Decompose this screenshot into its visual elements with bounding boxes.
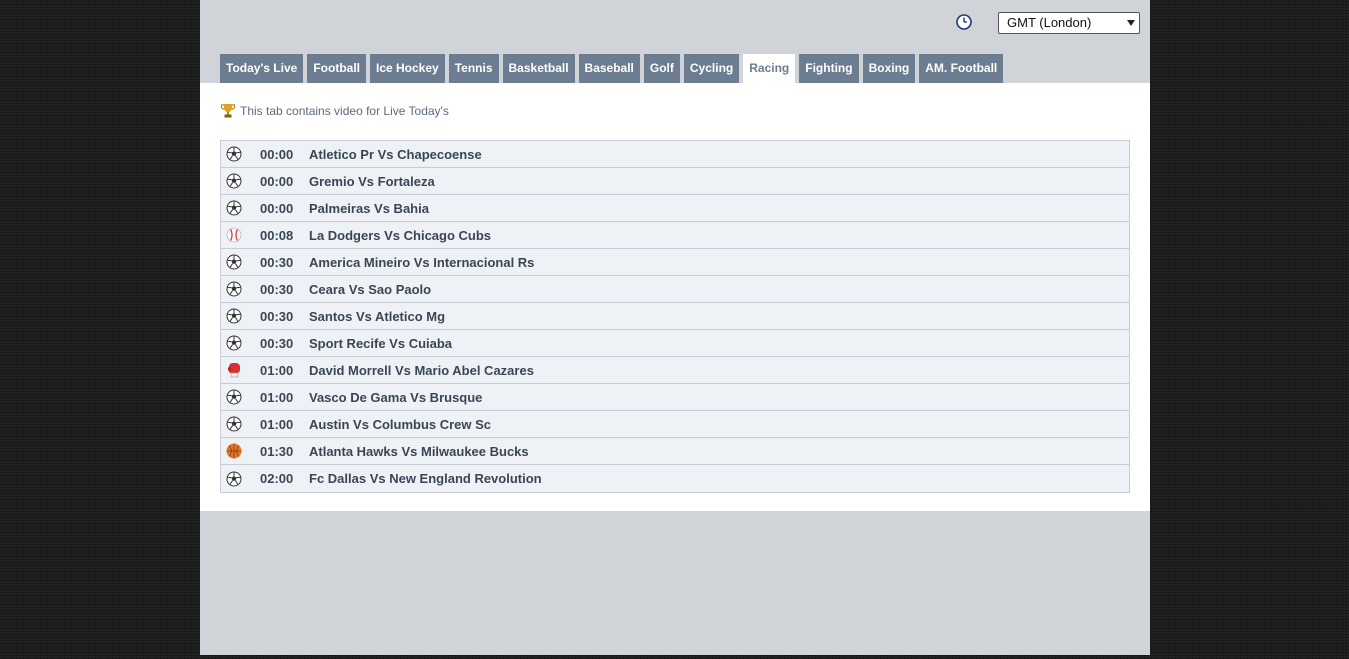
baseball-icon [226, 227, 242, 243]
sport-tabs: Today's Live Football Ice Hockey Tennis Bask… [220, 54, 1007, 83]
event-match-link[interactable]: Gremio Vs Fortaleza [309, 174, 435, 189]
event-time: 00:30 [260, 335, 294, 351]
event-time: 02:00 [260, 471, 294, 486]
trophy-icon [220, 104, 236, 118]
football-icon [226, 200, 242, 216]
event-time: 00:00 [260, 173, 294, 189]
event-time: 00:00 [260, 146, 294, 162]
tab-golf[interactable]: Golf [643, 54, 680, 83]
event-match-link[interactable]: Palmeiras Vs Bahia [309, 201, 429, 216]
event-row[interactable]: 00:30 Ceara Vs Sao Paolo [221, 276, 1129, 303]
event-match-link[interactable]: America Mineiro Vs Internacional Rs [309, 255, 534, 270]
football-icon [226, 471, 242, 487]
football-icon [226, 335, 242, 351]
event-match-link[interactable]: Atletico Pr Vs Chapecoense [309, 147, 482, 162]
tab-racing[interactable]: Racing [743, 54, 796, 83]
event-match-link[interactable]: La Dodgers Vs Chicago Cubs [309, 228, 491, 243]
timezone-selected-value: GMT (London) [1007, 15, 1092, 30]
event-row[interactable]: 01:30 Atlanta Hawks Vs Milwaukee Bucks [221, 438, 1129, 465]
event-match-link[interactable]: Vasco De Gama Vs Brusque [309, 390, 482, 405]
event-row[interactable]: 00:30 America Mineiro Vs Internacional Rs [221, 249, 1129, 276]
tab-am-football[interactable]: AM. Football [919, 54, 1004, 83]
event-time: 01:00 [260, 389, 294, 405]
event-row[interactable]: 02:00 Fc Dallas Vs New England Revolution [221, 465, 1129, 492]
event-time: 00:08 [260, 227, 294, 243]
tab-baseball[interactable]: Baseball [578, 54, 640, 83]
event-row[interactable]: 00:00 Palmeiras Vs Bahia [221, 195, 1129, 222]
event-match-link[interactable]: David Morrell Vs Mario Abel Cazares [309, 363, 534, 378]
football-icon [226, 146, 242, 162]
boxing-icon [226, 362, 242, 378]
event-row[interactable]: 00:00 Gremio Vs Fortaleza [221, 168, 1129, 195]
football-icon [226, 416, 242, 432]
event-match-link[interactable]: Ceara Vs Sao Paolo [309, 282, 431, 297]
event-row[interactable]: 01:00 David Morrell Vs Mario Abel Cazares [221, 357, 1129, 384]
event-time: 01:00 [260, 362, 294, 378]
event-match-link[interactable]: Santos Vs Atletico Mg [309, 309, 445, 324]
chevron-down-icon [1127, 20, 1135, 26]
event-match-link[interactable]: Atlanta Hawks Vs Milwaukee Bucks [309, 444, 529, 459]
notice-text: This tab contains video for Live Today's [240, 104, 449, 118]
event-row[interactable]: 00:08 La Dodgers Vs Chicago Cubs [221, 222, 1129, 249]
event-time: 00:30 [260, 308, 294, 324]
tab-tennis[interactable]: Tennis [448, 54, 499, 83]
tab-fighting[interactable]: Fighting [799, 54, 859, 83]
tab-football[interactable]: Football [307, 54, 366, 83]
basketball-icon [226, 443, 242, 459]
event-row[interactable]: 00:00 Atletico Pr Vs Chapecoense [221, 141, 1129, 168]
event-time: 01:00 [260, 416, 294, 432]
event-row[interactable]: 00:30 Sport Recife Vs Cuiaba [221, 330, 1129, 357]
football-icon [226, 173, 242, 189]
event-match-link[interactable]: Fc Dallas Vs New England Revolution [309, 471, 542, 486]
tab-ice-hockey[interactable]: Ice Hockey [370, 54, 445, 83]
football-icon [226, 254, 242, 270]
tab-cycling[interactable]: Cycling [683, 54, 740, 83]
event-row[interactable]: 00:30 Santos Vs Atletico Mg [221, 303, 1129, 330]
timezone-select[interactable]: GMT (London) [998, 12, 1140, 34]
event-time: 01:30 [260, 443, 294, 459]
main-panel: GMT (London) Today's Live Football Ice Hoc… [200, 0, 1150, 655]
event-match-link[interactable]: Sport Recife Vs Cuiaba [309, 336, 452, 351]
event-row[interactable]: 01:00 Austin Vs Columbus Crew Sc [221, 411, 1129, 438]
tab-boxing[interactable]: Boxing [862, 54, 916, 83]
tab-content: This tab contains video for Live Today's… [200, 83, 1150, 511]
event-match-link[interactable]: Austin Vs Columbus Crew Sc [309, 417, 491, 432]
event-list: 00:00 Atletico Pr Vs Chapecoense 00:00 Grem… [220, 140, 1130, 493]
tab-today-s-live[interactable]: Today's Live [220, 54, 304, 83]
event-time: 00:00 [260, 200, 294, 216]
notice: This tab contains video for Live Today's [220, 103, 449, 119]
football-icon [226, 308, 242, 324]
tab-basketball[interactable]: Basketball [502, 54, 575, 83]
event-row[interactable]: 01:00 Vasco De Gama Vs Brusque [221, 384, 1129, 411]
event-time: 00:30 [260, 281, 294, 297]
football-icon [226, 281, 242, 297]
football-icon [226, 389, 242, 405]
clock-icon [956, 14, 972, 30]
event-time: 00:30 [260, 254, 294, 270]
